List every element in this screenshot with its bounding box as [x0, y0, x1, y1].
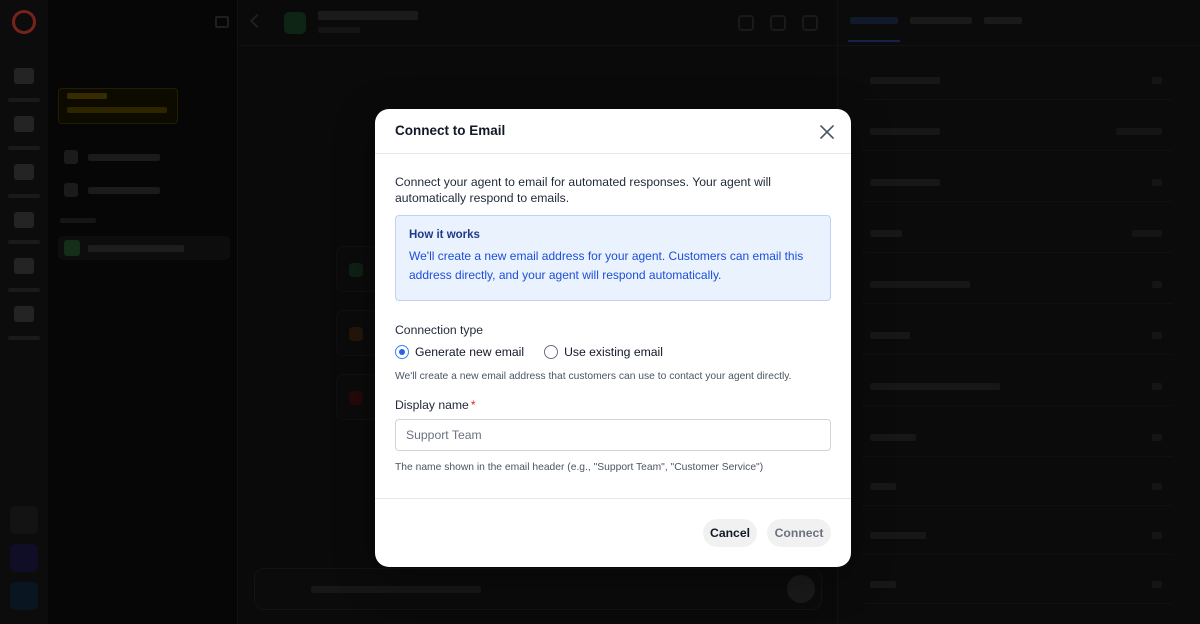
required-asterisk: * — [470, 398, 476, 412]
dialog-intro: Connect your agent to email for automate… — [395, 175, 772, 205]
dialog-header: Connect to Email — [375, 109, 851, 154]
connection-type-helper: We'll create a new email address that cu… — [395, 371, 792, 382]
dialog-title: Connect to Email — [395, 123, 506, 138]
how-it-works-callout: How it works We'll create a new email ad… — [395, 215, 831, 301]
radio-use-existing-email[interactable]: Use existing email — [544, 345, 663, 359]
connect-button[interactable]: Connect — [767, 519, 831, 547]
radio-selected-icon[interactable] — [395, 345, 409, 359]
close-icon — [820, 125, 834, 139]
cancel-button[interactable]: Cancel — [703, 519, 757, 547]
radio-label: Generate new email — [415, 345, 525, 359]
radio-generate-new-email[interactable]: Generate new email — [395, 345, 524, 359]
display-name-label: Display name * — [395, 398, 476, 412]
callout-title: How it works — [409, 229, 480, 241]
display-name-helper: The name shown in the email header (e.g.… — [395, 462, 764, 473]
radio-unselected-icon[interactable] — [544, 345, 559, 359]
connection-type-label: Connection type — [395, 323, 484, 337]
radio-label: Use existing email — [564, 345, 663, 359]
dialog-footer: Cancel Connect — [375, 498, 851, 567]
callout-text: We'll create a new email address for you… — [409, 249, 804, 282]
connection-type-radio-group: Generate new email Use existing email — [395, 345, 831, 359]
connect-email-dialog: Connect to Email Connect your agent to e… — [375, 109, 851, 567]
display-name-input[interactable] — [395, 419, 831, 451]
close-button[interactable] — [817, 122, 837, 142]
dialog-body: Connect your agent to email for automate… — [395, 154, 831, 473]
